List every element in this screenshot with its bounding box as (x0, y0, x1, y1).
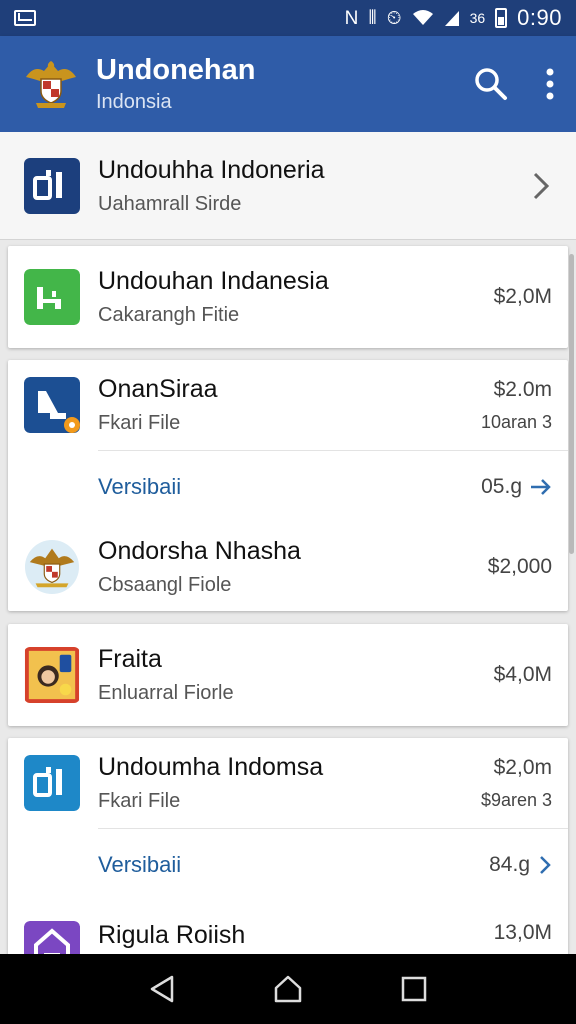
app-blue-icon (24, 755, 80, 811)
item-amount: $2.0m (493, 377, 552, 401)
item-amount: $2,000 (487, 555, 552, 578)
featured-subtitle: Uahamrall Sirde (98, 192, 242, 215)
file-card: Undouhan Indanesia Cakarangh Fitie $2,0M (8, 246, 568, 348)
version-value: 84.g (489, 853, 530, 876)
version-link[interactable]: Versibaii (98, 474, 181, 500)
featured-title: Undouhha Indoneria (98, 155, 325, 184)
clock: 0:90 (517, 5, 562, 30)
back-icon[interactable] (148, 974, 176, 1004)
file-card: OnanSiraa Fkari File $2.0m 10aran 3 Vers… (8, 360, 568, 611)
featured-row[interactable]: Undouhha Indoneria Uahamrall Sirde (0, 132, 576, 240)
item-subtitle: Cakarangh Fitie (98, 304, 240, 326)
list-item[interactable]: Undoumha Indomsa Fkari File $2,0m $9aren… (8, 738, 568, 828)
battery-percent: 36 (469, 10, 486, 26)
app-tile-icon (24, 157, 80, 214)
app-title: Undonehan (96, 54, 256, 86)
battery-icon (495, 8, 508, 28)
signal-icon (444, 11, 459, 26)
version-link-row[interactable]: Versibaii 84.g (8, 829, 568, 901)
garuda-emblem-icon (24, 539, 80, 595)
garuda-logo-icon (26, 61, 76, 108)
list-item[interactable]: Undouhan Indanesia Cakarangh Fitie $2,0M (8, 246, 568, 348)
wifi-icon (412, 10, 433, 25)
mail-icon (14, 10, 36, 26)
list-item[interactable]: Ondorsha Nhasha Cbsaangl Fiole $2,000 (8, 523, 568, 611)
poster-thumbnail-icon (24, 647, 80, 703)
app-bar: Undonehan Indonsia (0, 36, 576, 132)
version-value: 05.g (481, 475, 522, 498)
scrollbar[interactable] (569, 254, 574, 554)
file-card: Undoumha Indomsa Fkari File $2,0m $9aren… (8, 738, 568, 958)
more-vert-icon[interactable] (546, 68, 554, 100)
list-item[interactable]: OnanSiraa Fkari File $2.0m 10aran 3 (8, 360, 568, 450)
app-navy-icon (24, 377, 80, 433)
chevron-right-icon[interactable] (530, 171, 552, 201)
item-subtitle: Fkari File (98, 412, 181, 434)
app-subtitle: Indonsia (96, 91, 172, 113)
search-icon[interactable] (474, 67, 508, 101)
alarm-icon: ⏲ (386, 7, 402, 29)
list-item[interactable]: Rigula Roiish 13,0M (8, 901, 568, 958)
version-link-row[interactable]: Versibaii 05.g (8, 451, 568, 523)
arrow-right-icon[interactable] (530, 478, 552, 496)
vibrate-icon: ⦀ (368, 7, 377, 29)
item-meta: $9aren 3 (480, 789, 552, 810)
item-subtitle: Enluarral Fiorle (98, 682, 234, 704)
recents-icon[interactable] (400, 975, 428, 1003)
chevron-right-icon[interactable] (538, 855, 552, 875)
status-bar: N ⦀ ⏲ 36 0:90 (0, 0, 576, 36)
version-link[interactable]: Versibaii (98, 852, 181, 878)
nfc-icon: N (344, 7, 359, 29)
item-title: Ondorsha Nhasha (98, 537, 301, 565)
item-meta: 10aran 3 (480, 411, 552, 432)
item-title: Undouhan Indanesia (98, 267, 329, 295)
item-title: Rigula Roiish (98, 921, 246, 949)
file-card: Fraita Enluarral Fiorle $4,0M (8, 624, 568, 726)
item-amount: $2,0m (493, 755, 552, 779)
item-amount: $4,0M (493, 663, 552, 686)
app-green-icon (24, 269, 80, 325)
item-amount: $2,0M (493, 285, 552, 308)
item-title: Undoumha Indomsa (98, 753, 324, 781)
app-purple-icon (24, 921, 80, 958)
home-icon[interactable] (272, 974, 304, 1004)
item-subtitle: Cbsaangl Fiole (98, 574, 232, 596)
item-subtitle: Fkari File (98, 790, 181, 812)
item-title: OnanSiraa (98, 375, 218, 403)
item-title: Fraita (98, 645, 162, 673)
list-item[interactable]: Fraita Enluarral Fiorle $4,0M (8, 624, 568, 726)
navigation-bar (0, 954, 576, 1024)
item-amount: 13,0M (493, 921, 552, 944)
